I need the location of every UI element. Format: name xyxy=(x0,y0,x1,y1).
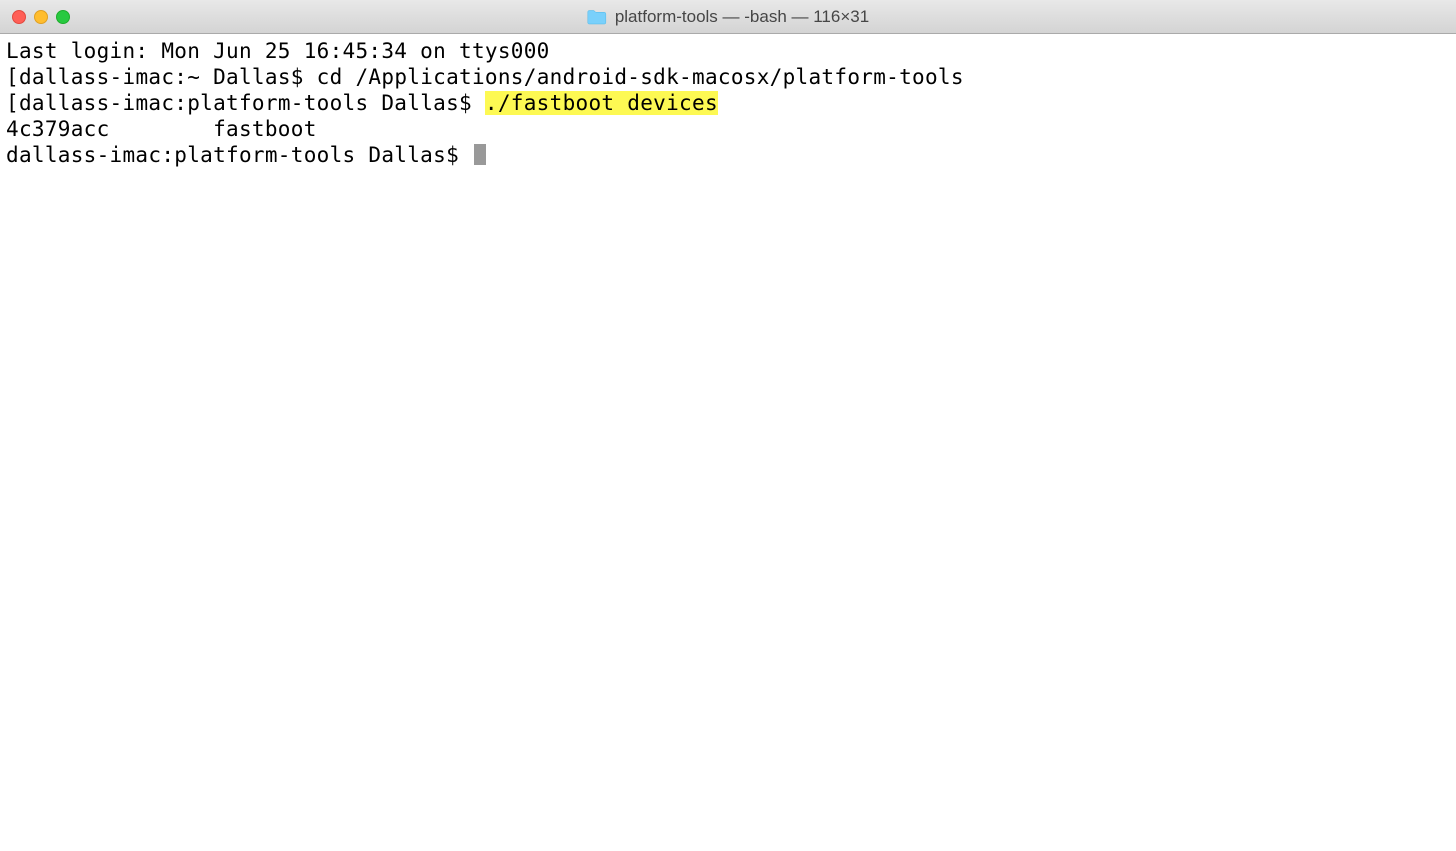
terminal-line: 4c379acc fastboot xyxy=(6,116,1450,142)
highlighted-command: ./fastboot devices xyxy=(485,91,718,115)
window-title-text: platform-tools — -bash — 116×31 xyxy=(615,7,869,27)
bracket-text: [ xyxy=(6,65,19,89)
terminal-line: Last login: Mon Jun 25 16:45:34 on ttys0… xyxy=(6,38,1450,64)
prompt-text: dallass-imac:~ Dallas$ xyxy=(19,65,317,89)
window-controls xyxy=(12,10,70,24)
minimize-window-button[interactable] xyxy=(34,10,48,24)
terminal-output[interactable]: Last login: Mon Jun 25 16:45:34 on ttys0… xyxy=(0,34,1456,172)
terminal-line: [dallass-imac:~ Dallas$ cd /Applications… xyxy=(6,64,1450,90)
terminal-line: [dallass-imac:platform-tools Dallas$ ./f… xyxy=(6,90,1450,116)
terminal-line: dallass-imac:platform-tools Dallas$ xyxy=(6,142,1450,168)
prompt-text: dallass-imac:platform-tools Dallas$ xyxy=(19,91,485,115)
command-text: cd /Applications/android-sdk-macosx/plat… xyxy=(317,65,964,89)
prompt-text: dallass-imac:platform-tools Dallas$ xyxy=(6,143,472,167)
bracket-text: [ xyxy=(6,91,19,115)
window-title: platform-tools — -bash — 116×31 xyxy=(587,7,869,27)
close-window-button[interactable] xyxy=(12,10,26,24)
folder-icon xyxy=(587,9,607,25)
output-text: 4c379acc fastboot xyxy=(6,117,317,141)
cursor-block xyxy=(474,144,486,165)
last-login-text: Last login: Mon Jun 25 16:45:34 on ttys0… xyxy=(6,39,550,63)
titlebar: platform-tools — -bash — 116×31 xyxy=(0,0,1456,34)
zoom-window-button[interactable] xyxy=(56,10,70,24)
